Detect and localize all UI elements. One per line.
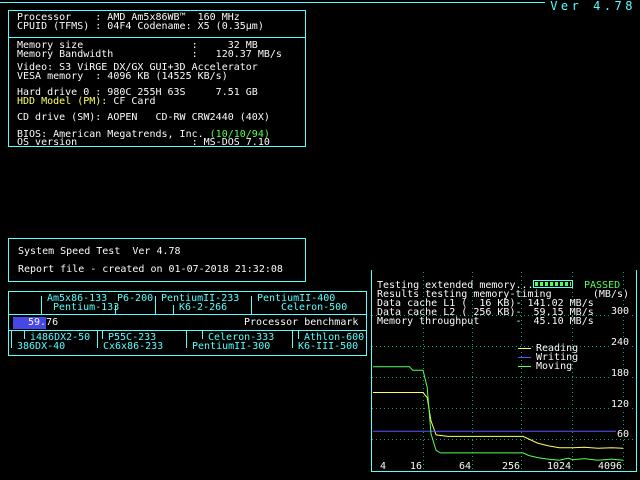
report-title: System Speed Test Ver 4.78: [18, 247, 181, 256]
info-row: HDD Model (PM): CF Card: [17, 97, 155, 106]
x-axis-label: 256: [501, 462, 521, 471]
benchmark-cpu-label: Celeron-500: [281, 303, 347, 312]
benchmark-score: 59.76: [28, 318, 58, 327]
x-axis-label: 4: [379, 462, 387, 471]
y-axis-label: 180: [610, 369, 630, 378]
info-segment: HDD Model (PM):: [17, 96, 107, 107]
benchmark-tick: [202, 330, 203, 339]
report-box: System Speed Test Ver 4.78 Report file -…: [8, 238, 306, 282]
info-segment: CPUID (TFMS) : 04F4 Codename: X5 (0.35µm…: [17, 21, 264, 32]
benchmark-tick: [102, 330, 103, 339]
benchmark-tick: [97, 330, 98, 348]
info-row: CD drive (SM): AOPEN CD-RW CRW2440 (40X): [17, 113, 270, 122]
benchmark-tick: [173, 305, 174, 314]
benchmark-cpu-label: P6-200: [117, 294, 153, 303]
benchmark-tick: [298, 330, 299, 339]
info-row: OS version : MS-DOS 7.10: [17, 138, 270, 147]
benchmark-tick: [41, 296, 42, 314]
benchmark-bar-bottom-line: [9, 330, 366, 331]
legend-swatch: [518, 366, 531, 367]
benchmark-cpu-label: PentiumII-300: [192, 342, 270, 351]
info-segment: Memory Bandwidth : 120.37 MB/s: [17, 49, 282, 60]
top-divider-line: [0, 2, 545, 3]
x-axis-label: 16: [409, 462, 423, 471]
benchmark-cpu-label: K6-2-266: [179, 303, 227, 312]
info-segment: OS version : MS-DOS 7.10: [17, 137, 270, 148]
legend-label: Moving: [536, 362, 572, 371]
benchmark-tick: [292, 330, 293, 348]
x-axis-label: 64: [458, 462, 472, 471]
benchmark-tick: [251, 296, 252, 314]
y-axis-label: 300: [610, 307, 630, 316]
result-row-memory: Memory throughput - 45.10 MB/s: [377, 317, 594, 326]
legend-swatch: [518, 357, 531, 358]
x-axis-label: 4096: [597, 462, 623, 471]
report-file-line: Report file - created on 01-07-2018 21:3…: [18, 265, 283, 274]
info-segment: CF Card: [107, 96, 155, 107]
info-segment: CD drive (SM): AOPEN CD-RW CRW2440 (40X): [17, 112, 270, 123]
x-axis-label: 1024: [546, 462, 572, 471]
info-row: CPUID (TFMS) : 04F4 Codename: X5 (0.35µm…: [17, 22, 264, 31]
info-row: Memory Bandwidth : 120.37 MB/s: [17, 50, 282, 59]
info-segment: VESA memory : 4096 KB (14525 KB/s): [17, 71, 228, 82]
progress-fill: [535, 282, 571, 286]
y-axis-label: 120: [610, 400, 630, 409]
legend-swatch: [518, 348, 531, 349]
version-label: Ver 4.78: [550, 1, 636, 12]
benchmark-cpu-label: K6-III-500: [298, 342, 358, 351]
benchmark-cpu-label: 386DX-40: [17, 342, 65, 351]
benchmark-tick: [115, 305, 116, 314]
dos-screen: Ver 4.78 Processor : AMD Am5x86WB™ 160 M…: [0, 0, 640, 480]
memtest-progress-bar: [533, 280, 573, 288]
benchmark-cpu-label: Pentium-133: [53, 303, 119, 312]
unit-label: (MB/s): [592, 290, 630, 299]
info-row: VESA memory : 4096 KB (14525 KB/s): [17, 72, 228, 81]
benchmark-cpu-label: Cx6x86-233: [103, 342, 163, 351]
y-axis-label: 240: [610, 338, 630, 347]
benchmark-tick: [186, 330, 187, 348]
benchmark-tick: [11, 330, 12, 348]
benchmark-tick: [155, 296, 156, 314]
series-line-reading: [373, 393, 623, 449]
series-line-moving: [373, 367, 623, 461]
benchmark-tick: [24, 330, 25, 339]
benchmark-bar-top-line: [9, 314, 366, 315]
y-axis-label: 60: [616, 430, 630, 439]
benchmark-title: Processor benchmark: [244, 318, 358, 327]
